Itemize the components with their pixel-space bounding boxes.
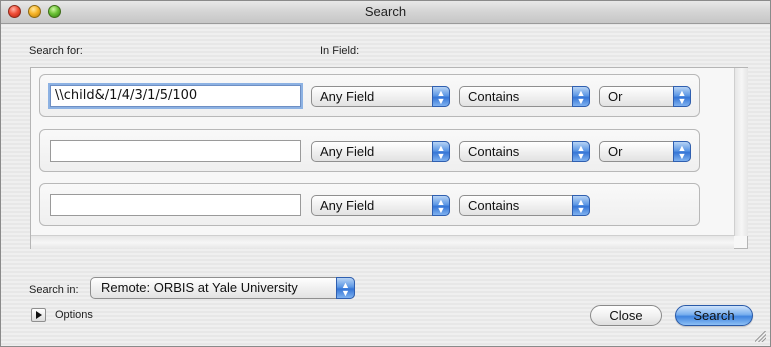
up-down-arrows-icon: ▲ ▼ (673, 86, 691, 107)
conjunction-select-value: Or (608, 89, 623, 104)
up-down-arrows-icon: ▲ ▼ (432, 86, 450, 107)
field-select-2[interactable]: Any Field ▲ ▼ (311, 141, 450, 162)
options-label[interactable]: Options (55, 309, 93, 321)
title-bar[interactable]: Search (1, 1, 770, 24)
criteria-row-1: \\child&/1/4/3/1/5/100 Any Field ▲ ▼ Cont… (39, 74, 700, 117)
operator-select-value: Contains (468, 89, 520, 104)
disclosure-triangle-icon[interactable] (31, 308, 46, 322)
up-down-arrows-icon: ▲ ▼ (432, 195, 450, 216)
in-field-label: In Field: (320, 45, 360, 57)
horizontal-scrollbar[interactable] (31, 235, 734, 249)
up-down-arrows-icon: ▲ ▼ (432, 141, 450, 162)
search-term-input-3[interactable] (50, 194, 301, 216)
up-down-arrows-icon: ▲ ▼ (572, 86, 590, 107)
window-title: Search (364, 4, 407, 19)
close-button[interactable]: Close (590, 305, 662, 326)
search-term-input-1[interactable]: \\child&/1/4/3/1/5/100 (50, 85, 301, 107)
vertical-scrollbar[interactable] (734, 68, 748, 236)
search-in-label: Search in: (29, 284, 79, 296)
operator-select-3[interactable]: Contains ▲ ▼ (459, 195, 590, 216)
search-term-input-2[interactable] (50, 140, 301, 162)
search-for-label: Search for: (29, 45, 83, 57)
search-button[interactable]: Search (675, 305, 753, 326)
up-down-arrows-icon: ▲ ▼ (673, 141, 691, 162)
up-down-arrows-icon: ▲ ▼ (572, 141, 590, 162)
up-down-arrows-icon: ▲ ▼ (572, 195, 590, 216)
field-select-value: Any Field (320, 198, 375, 213)
conjunction-select-value: Or (608, 144, 623, 159)
criteria-row-3: Any Field ▲ ▼ Contains ▲ ▼ (39, 183, 700, 226)
field-select-value: Any Field (320, 144, 375, 159)
field-select-3[interactable]: Any Field ▲ ▼ (311, 195, 450, 216)
resize-grip-icon[interactable] (755, 331, 766, 342)
operator-select-1[interactable]: Contains ▲ ▼ (459, 86, 590, 107)
field-select-1[interactable]: Any Field ▲ ▼ (311, 86, 450, 107)
field-select-value: Any Field (320, 89, 375, 104)
operator-select-value: Contains (468, 198, 520, 213)
search-window: Search Search for: In Field: \\child&/1/… (0, 0, 771, 347)
criteria-row-2: Any Field ▲ ▼ Contains ▲ ▼ Or ▲ ▼ (39, 129, 700, 172)
search-in-select[interactable]: Remote: ORBIS at Yale University ▲ ▼ (90, 277, 355, 299)
conjunction-select-1[interactable]: Or ▲ ▼ (599, 86, 691, 107)
operator-select-value: Contains (468, 144, 520, 159)
operator-select-2[interactable]: Contains ▲ ▼ (459, 141, 590, 162)
conjunction-select-2[interactable]: Or ▲ ▼ (599, 141, 691, 162)
search-in-value: Remote: ORBIS at Yale University (101, 280, 298, 295)
up-down-arrows-icon: ▲ ▼ (336, 277, 355, 299)
